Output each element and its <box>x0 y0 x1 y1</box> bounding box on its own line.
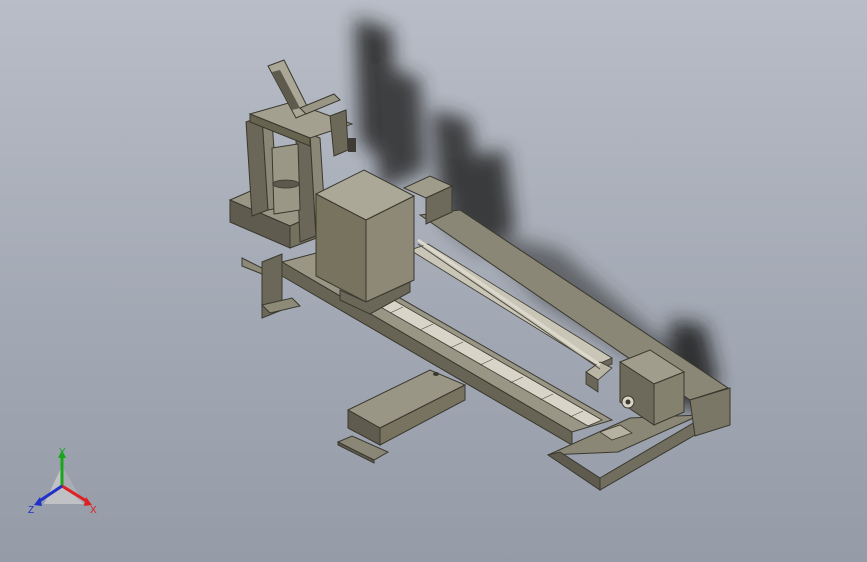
model-view[interactable] <box>0 0 867 562</box>
cross-beam[interactable] <box>336 369 467 464</box>
graphics-viewport[interactable]: Y X Z <box>0 0 867 562</box>
z-axis-label: Z <box>28 505 35 516</box>
x-axis-label: X <box>90 505 97 516</box>
y-axis-label: Y <box>59 447 66 458</box>
axis-triad[interactable]: Y X Z <box>22 446 108 526</box>
